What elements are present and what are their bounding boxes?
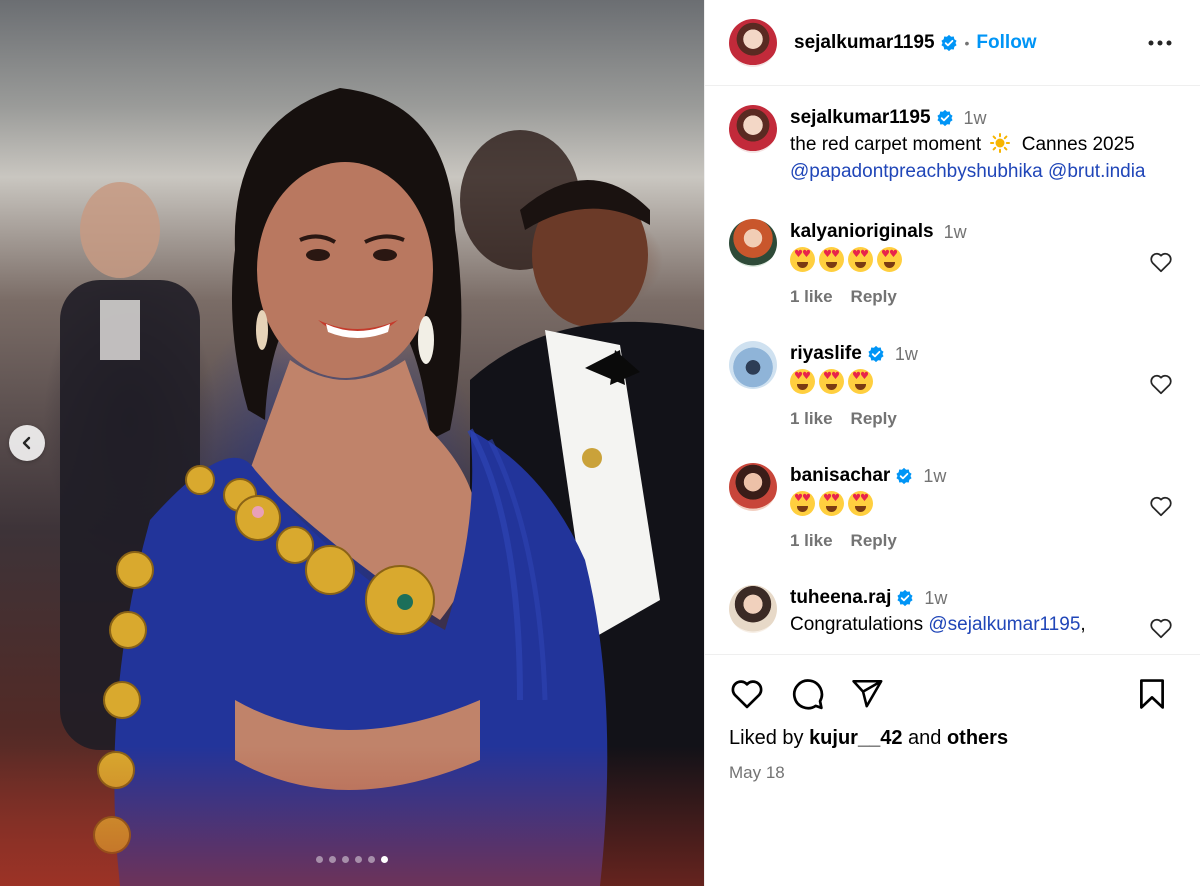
heart-eyes-emoji <box>790 247 815 272</box>
post-photo <box>60 88 704 886</box>
more-horizontal-icon <box>1148 40 1172 45</box>
comment-like-count[interactable]: 1 like <box>790 531 833 551</box>
heart-eyes-emoji <box>790 491 815 516</box>
author-username[interactable]: sejalkumar1195 <box>794 32 935 54</box>
like-comment-heart-icon[interactable] <box>1148 615 1174 641</box>
heart-eyes-emoji <box>819 491 844 516</box>
comment-text: Congratulations @sejalkumar1195, <box>790 611 1174 638</box>
likes-summary: Liked by kujur__42 and others <box>729 727 1176 750</box>
save-button[interactable] <box>1134 676 1170 712</box>
caption-event-text: Cannes 2025 <box>1021 134 1135 155</box>
comment-time[interactable]: 1w <box>924 588 947 609</box>
comment-body: Congratulations <box>790 614 924 635</box>
bookmark-icon <box>1140 679 1164 709</box>
carousel-indicator <box>0 856 704 863</box>
caption-avatar[interactable] <box>729 105 777 153</box>
commenter-username[interactable]: tuheena.raj <box>790 587 891 609</box>
caption-mention-link[interactable]: @papadontpreachbyshubhika <box>790 161 1043 182</box>
commenter-username[interactable]: kalyanioriginals <box>790 221 934 243</box>
caption-main-text: the red carpet moment <box>790 134 982 155</box>
post-actions: Liked by kujur__42 and others May 18 <box>705 654 1200 783</box>
comment-item: tuheena.raj 1w Congratulations @sejalkum… <box>729 585 1174 641</box>
comment-mention-link[interactable]: @sejalkumar1195 <box>928 614 1080 635</box>
comment-reply-button[interactable]: Reply <box>851 531 897 551</box>
commenter-username[interactable]: banisachar <box>790 465 890 487</box>
verified-badge-icon <box>936 109 953 127</box>
heart-eyes-emoji <box>790 369 815 394</box>
likes-prefix: Liked by <box>729 727 804 749</box>
carousel-dot <box>368 856 375 863</box>
sun-emoji <box>990 133 1011 153</box>
carousel-dot <box>355 856 362 863</box>
commenter-avatar[interactable] <box>729 219 777 267</box>
post-header: sejalkumar1195 • Follow <box>705 0 1200 86</box>
carousel-dot <box>316 856 323 863</box>
comment-like-count[interactable]: 1 like <box>790 409 833 429</box>
comment-emoji-text <box>790 491 1174 516</box>
share-button[interactable] <box>849 676 885 712</box>
comments-section[interactable]: sejalkumar1195 1w the red carpet moment <box>705 87 1200 654</box>
commenter-avatar[interactable] <box>729 463 777 511</box>
chevron-left-icon <box>22 436 31 450</box>
verified-badge-icon <box>940 34 957 51</box>
likes-middle: and <box>908 727 942 749</box>
follow-button[interactable]: Follow <box>976 32 1036 54</box>
like-comment-heart-icon[interactable] <box>1148 493 1174 519</box>
comment-emoji-text <box>790 247 1174 272</box>
heart-icon <box>731 680 763 709</box>
post-date[interactable]: May 18 <box>729 763 1176 783</box>
caption-mention-link[interactable]: @brut.india <box>1048 161 1145 182</box>
carousel-dot <box>329 856 336 863</box>
header-separator: • <box>964 34 970 51</box>
caption-text: the red carpet moment Cannes 2025 @papad… <box>790 131 1174 185</box>
comment-icon <box>792 679 824 710</box>
like-comment-heart-icon[interactable] <box>1148 249 1174 275</box>
verified-badge-icon <box>868 345 884 363</box>
comment-like-count[interactable]: 1 like <box>790 287 833 307</box>
comment-button[interactable] <box>789 676 825 712</box>
caption-username[interactable]: sejalkumar1195 <box>790 107 931 129</box>
share-icon <box>852 679 883 708</box>
heart-eyes-emoji <box>848 369 873 394</box>
carousel-dot-active <box>381 856 388 863</box>
comment-trailing-punctuation: , <box>1080 614 1086 635</box>
heart-eyes-emoji <box>877 247 902 272</box>
caption-time[interactable]: 1w <box>964 108 987 129</box>
comment-time[interactable]: 1w <box>895 344 918 365</box>
heart-eyes-emoji <box>848 247 873 272</box>
post-media[interactable] <box>0 0 704 886</box>
liked-by-others-link[interactable]: others <box>947 727 1008 749</box>
more-options-button[interactable] <box>1146 29 1174 57</box>
commenter-avatar[interactable] <box>729 585 777 633</box>
verified-badge-icon <box>896 467 912 485</box>
like-button[interactable] <box>729 676 765 712</box>
comment-item: riyaslife 1w 1 like Reply <box>729 341 1174 429</box>
comment-item: kalyanioriginals 1w 1 like Reply <box>729 219 1174 307</box>
comment-time[interactable]: 1w <box>923 466 946 487</box>
author-avatar[interactable] <box>729 18 777 67</box>
heart-eyes-emoji <box>819 247 844 272</box>
previous-slide-button[interactable] <box>9 425 45 461</box>
commenter-username[interactable]: riyaslife <box>790 343 862 365</box>
heart-eyes-emoji <box>819 369 844 394</box>
verified-badge-icon <box>897 589 913 607</box>
comment-reply-button[interactable]: Reply <box>851 409 897 429</box>
like-comment-heart-icon[interactable] <box>1148 371 1174 397</box>
comment-reply-button[interactable]: Reply <box>851 287 897 307</box>
commenter-avatar[interactable] <box>729 341 777 389</box>
liked-by-user-link[interactable]: kujur__42 <box>809 727 902 749</box>
comment-item: banisachar 1w 1 like Reply <box>729 463 1174 551</box>
heart-eyes-emoji <box>848 491 873 516</box>
post-side-panel: sejalkumar1195 • Follow sejalkumar1195 1… <box>704 0 1200 886</box>
post-caption: sejalkumar1195 1w the red carpet moment <box>729 105 1174 185</box>
comment-emoji-text <box>790 369 1174 394</box>
comment-time[interactable]: 1w <box>944 222 967 243</box>
carousel-dot <box>342 856 349 863</box>
